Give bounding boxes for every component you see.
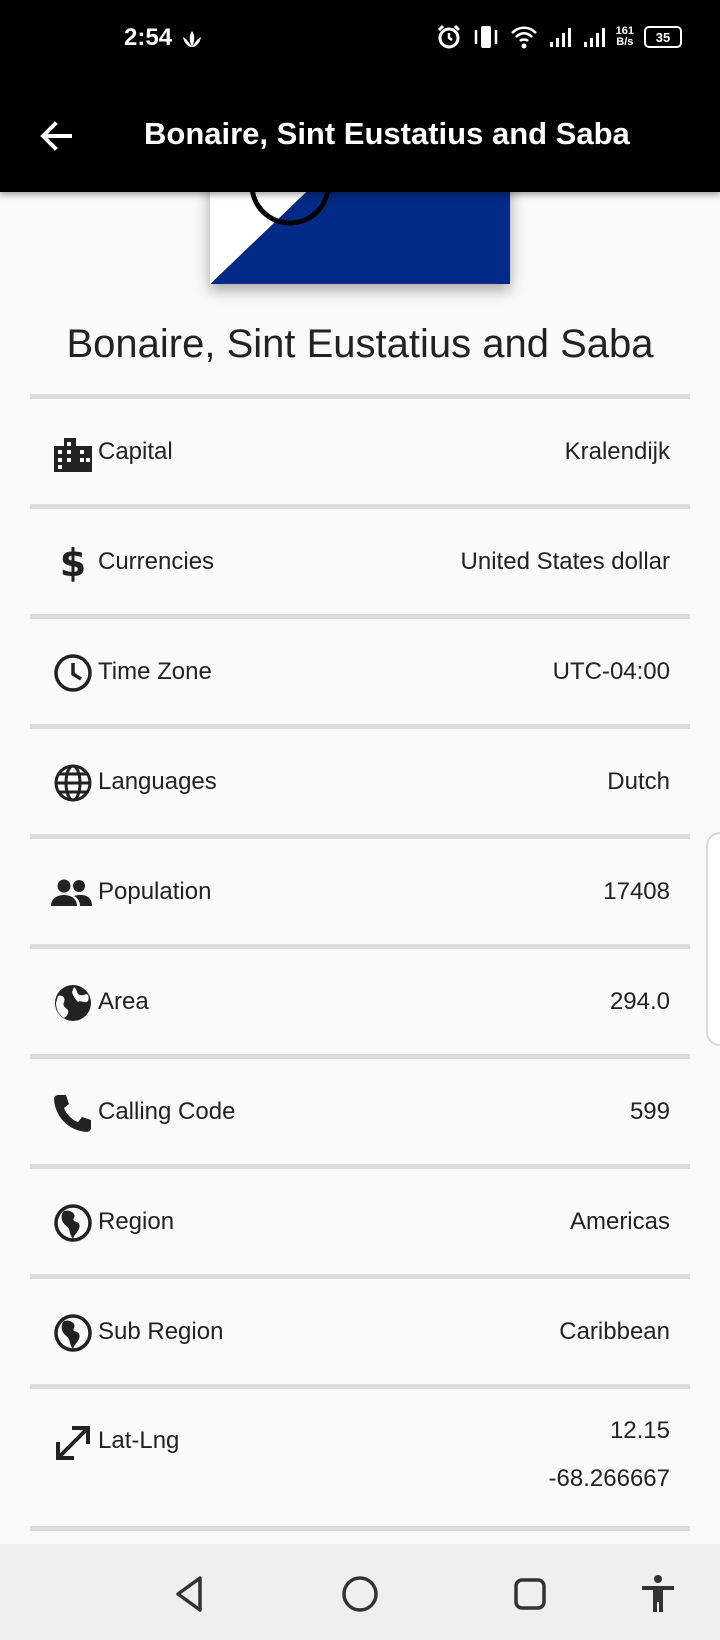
app-bar-title: Bonaire, Sint Eustatius and Saba xyxy=(144,116,630,151)
system-nav-bar xyxy=(0,1544,720,1640)
people-icon xyxy=(51,879,92,906)
detail-value: Dutch xyxy=(607,768,670,795)
detail-value: Americas xyxy=(569,1208,670,1235)
detail-row-sub-region: Sub Region Caribbean xyxy=(30,1279,690,1384)
detail-value: Kralendijk xyxy=(564,438,670,465)
detail-label: Area xyxy=(98,988,149,1015)
svg-text:$: $ xyxy=(60,542,86,584)
nav-back-icon[interactable] xyxy=(168,1572,212,1616)
longitude-value: -68.266667 xyxy=(548,1465,670,1492)
signal-icon-2 xyxy=(583,28,605,47)
detail-row-capital: Capital Kralendijk xyxy=(30,399,690,504)
americas-icon xyxy=(54,1204,92,1242)
detail-label: Population xyxy=(98,878,212,905)
americas-icon xyxy=(54,1314,92,1352)
detail-value: 294.0 xyxy=(609,988,670,1015)
nav-home-icon[interactable] xyxy=(338,1572,382,1616)
detail-label: Sub Region xyxy=(98,1318,224,1345)
vibrate-icon xyxy=(474,26,497,48)
divider xyxy=(30,1526,690,1531)
signal-icon-1 xyxy=(549,28,571,47)
status-time: 2:54 xyxy=(124,24,173,51)
battery-indicator: 35 xyxy=(644,26,682,48)
detail-label: Currencies xyxy=(98,548,215,575)
status-icons: 161 B/s 35 xyxy=(436,24,682,50)
detail-label: Time Zone xyxy=(98,658,212,685)
earth-icon xyxy=(55,985,91,1021)
arrow-back-icon[interactable] xyxy=(36,116,76,156)
wifi-icon xyxy=(510,26,537,49)
detail-value: 17408 xyxy=(603,878,670,905)
nav-recents-icon[interactable] xyxy=(508,1572,552,1616)
dollar-icon: $ xyxy=(60,542,86,584)
phone-icon xyxy=(54,1095,91,1132)
detail-value: Caribbean xyxy=(559,1318,670,1345)
detail-label: Languages xyxy=(98,768,217,795)
detail-row-area: Area 294.0 xyxy=(30,949,690,1054)
detail-value: 599 xyxy=(629,1098,670,1125)
detail-label: Lat-Lng xyxy=(98,1427,180,1454)
app-bar: 2:54 161 B/s 35 Bonaire, Sint Eustatius … xyxy=(0,0,720,192)
clock-icon xyxy=(54,654,92,692)
detail-row-calling-code: Calling Code 599 xyxy=(30,1059,690,1164)
detail-value-lat-lng: 12.15 -68.266667 xyxy=(549,1407,670,1503)
accessibility-icon[interactable] xyxy=(636,1572,680,1616)
detail-row-currencies: $ Currencies United States dollar xyxy=(30,509,690,614)
detail-label: Region xyxy=(98,1208,175,1235)
lotus-icon xyxy=(183,31,201,47)
detail-row-languages: Languages Dutch xyxy=(30,729,690,834)
detail-row-time-zone: Time Zone UTC-04:00 xyxy=(30,619,690,724)
city-icon xyxy=(54,438,92,472)
alarm-icon xyxy=(437,24,460,49)
detail-row-region: Region Americas xyxy=(30,1169,690,1274)
detail-label: Capital xyxy=(98,438,173,465)
detail-value: United States dollar xyxy=(460,548,670,575)
detail-label: Calling Code xyxy=(98,1098,236,1125)
detail-row-population: Population 17408 xyxy=(30,839,690,944)
latitude-value: 12.15 xyxy=(609,1417,670,1444)
country-name: Bonaire, Sint Eustatius and Saba xyxy=(66,322,654,366)
expand-arrows-icon xyxy=(56,1426,90,1460)
detail-row-lat-lng: Lat-Lng 12.15 -68.266667 xyxy=(30,1389,690,1526)
details-list: Capital Kralendijk $ Currencies United S… xyxy=(30,394,690,1531)
detail-value: UTC-04:00 xyxy=(552,658,670,685)
edge-panel-handle[interactable] xyxy=(706,832,720,1046)
network-speed: 161 B/s xyxy=(615,25,634,48)
globe-icon xyxy=(54,764,92,802)
